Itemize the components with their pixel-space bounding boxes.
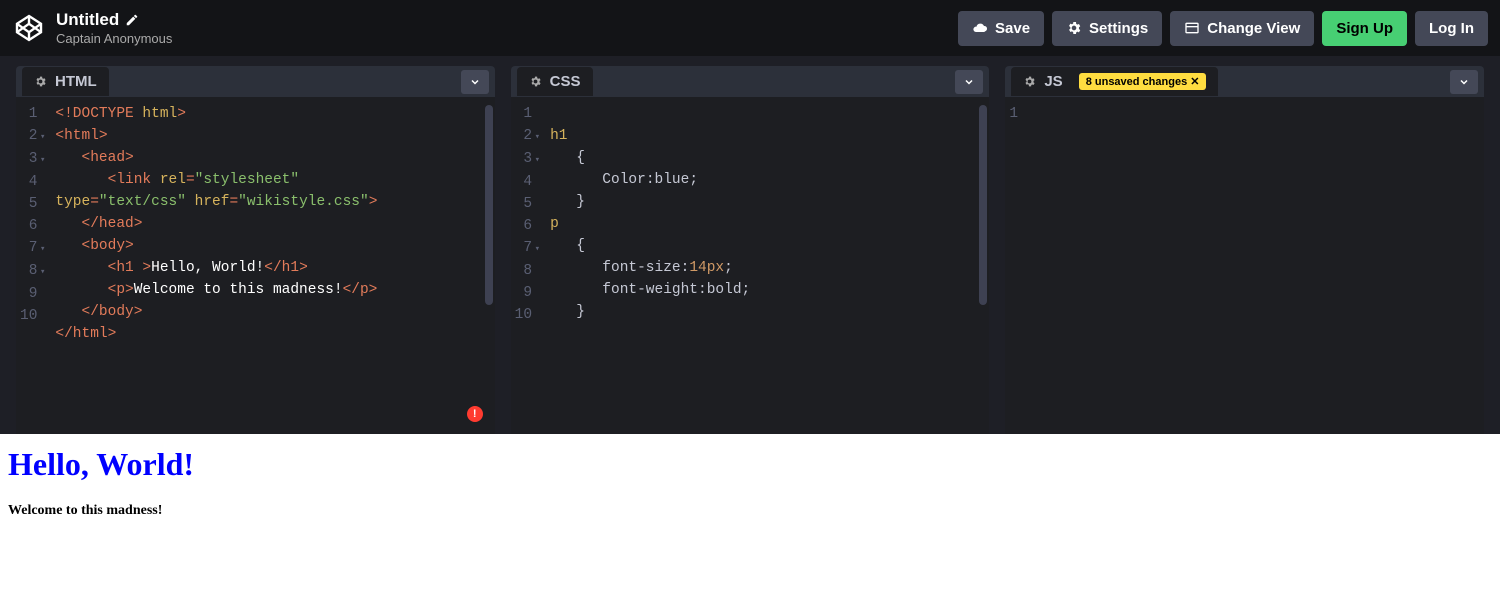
settings-label: Settings — [1089, 20, 1148, 37]
css-tab-label: CSS — [550, 73, 581, 90]
html-dropdown-button[interactable] — [461, 70, 489, 94]
gear-icon[interactable] — [1023, 75, 1036, 88]
js-editor: JS 8 unsaved changes ✕ 1 — [1005, 66, 1484, 434]
js-dropdown-button[interactable] — [1450, 70, 1478, 94]
html-lines[interactable]: <!DOCTYPE html><html> <head> <link rel="… — [55, 103, 494, 434]
save-button[interactable]: Save — [958, 11, 1044, 46]
js-gutter: 1 — [1005, 103, 1036, 434]
gear-icon[interactable] — [529, 75, 542, 88]
preview-heading: Hello, World! — [8, 446, 1492, 483]
css-code-area[interactable]: 12▾3▾4567▾8910 h1 { Color:blue; }p { fon… — [511, 97, 990, 434]
badge-text: 8 unsaved changes — [1086, 76, 1188, 88]
css-lines[interactable]: h1 { Color:blue; }p { font-size:14px; fo… — [550, 103, 989, 434]
html-editor: HTML 12▾3▾4567▾8▾910 <!DOCTYPE html><htm… — [16, 66, 495, 434]
settings-button[interactable]: Settings — [1052, 11, 1162, 46]
error-indicator-icon[interactable]: ! — [467, 406, 483, 422]
html-tab-label: HTML — [55, 73, 97, 90]
change-view-button[interactable]: Change View — [1170, 11, 1314, 46]
scrollbar[interactable] — [979, 105, 987, 305]
unsaved-changes-badge[interactable]: 8 unsaved changes ✕ — [1079, 73, 1207, 90]
js-code-area[interactable]: 1 — [1005, 97, 1484, 434]
title-area: Untitled Captain Anonymous — [56, 10, 958, 46]
cloud-icon — [972, 20, 988, 36]
login-label: Log In — [1429, 20, 1474, 37]
preview-paragraph: Welcome to this madness! — [8, 503, 1492, 519]
codepen-icon — [14, 13, 44, 43]
edit-title-icon[interactable] — [125, 13, 139, 27]
css-editor-header: CSS — [511, 66, 990, 97]
scrollbar[interactable] — [485, 105, 493, 305]
preview-pane: Hello, World! Welcome to this madness! — [0, 434, 1500, 591]
chevron-down-icon — [469, 76, 481, 88]
header-actions: Save Settings Change View Sign Up Log In — [958, 11, 1488, 46]
gear-icon[interactable] — [34, 75, 47, 88]
change-view-label: Change View — [1207, 20, 1300, 37]
save-label: Save — [995, 20, 1030, 37]
login-button[interactable]: Log In — [1415, 11, 1488, 46]
layout-icon — [1184, 20, 1200, 36]
gear-icon — [1066, 20, 1082, 36]
editor-row: HTML 12▾3▾4567▾8▾910 <!DOCTYPE html><htm… — [0, 56, 1500, 434]
pen-author: Captain Anonymous — [56, 31, 958, 46]
pen-title[interactable]: Untitled — [56, 10, 119, 30]
js-editor-header: JS 8 unsaved changes ✕ — [1005, 66, 1484, 97]
js-tab-label: JS — [1044, 73, 1062, 90]
css-tab[interactable]: CSS — [517, 67, 593, 96]
app-header: Untitled Captain Anonymous Save Settings… — [0, 0, 1500, 56]
html-code-area[interactable]: 12▾3▾4567▾8▾910 <!DOCTYPE html><html> <h… — [16, 97, 495, 434]
codepen-logo[interactable] — [12, 11, 46, 45]
html-tab[interactable]: HTML — [22, 67, 109, 96]
js-lines[interactable] — [1036, 103, 1484, 434]
css-dropdown-button[interactable] — [955, 70, 983, 94]
chevron-down-icon — [963, 76, 975, 88]
chevron-down-icon — [1458, 76, 1470, 88]
signup-button[interactable]: Sign Up — [1322, 11, 1407, 46]
html-gutter: 12▾3▾4567▾8▾910 — [16, 103, 55, 434]
js-tab[interactable]: JS 8 unsaved changes ✕ — [1011, 67, 1218, 96]
css-gutter: 12▾3▾4567▾8910 — [511, 103, 550, 434]
close-icon[interactable]: ✕ — [1190, 75, 1199, 88]
signup-label: Sign Up — [1336, 20, 1393, 37]
html-editor-header: HTML — [16, 66, 495, 97]
css-editor: CSS 12▾3▾4567▾8910 h1 { Color:blue; }p {… — [511, 66, 990, 434]
